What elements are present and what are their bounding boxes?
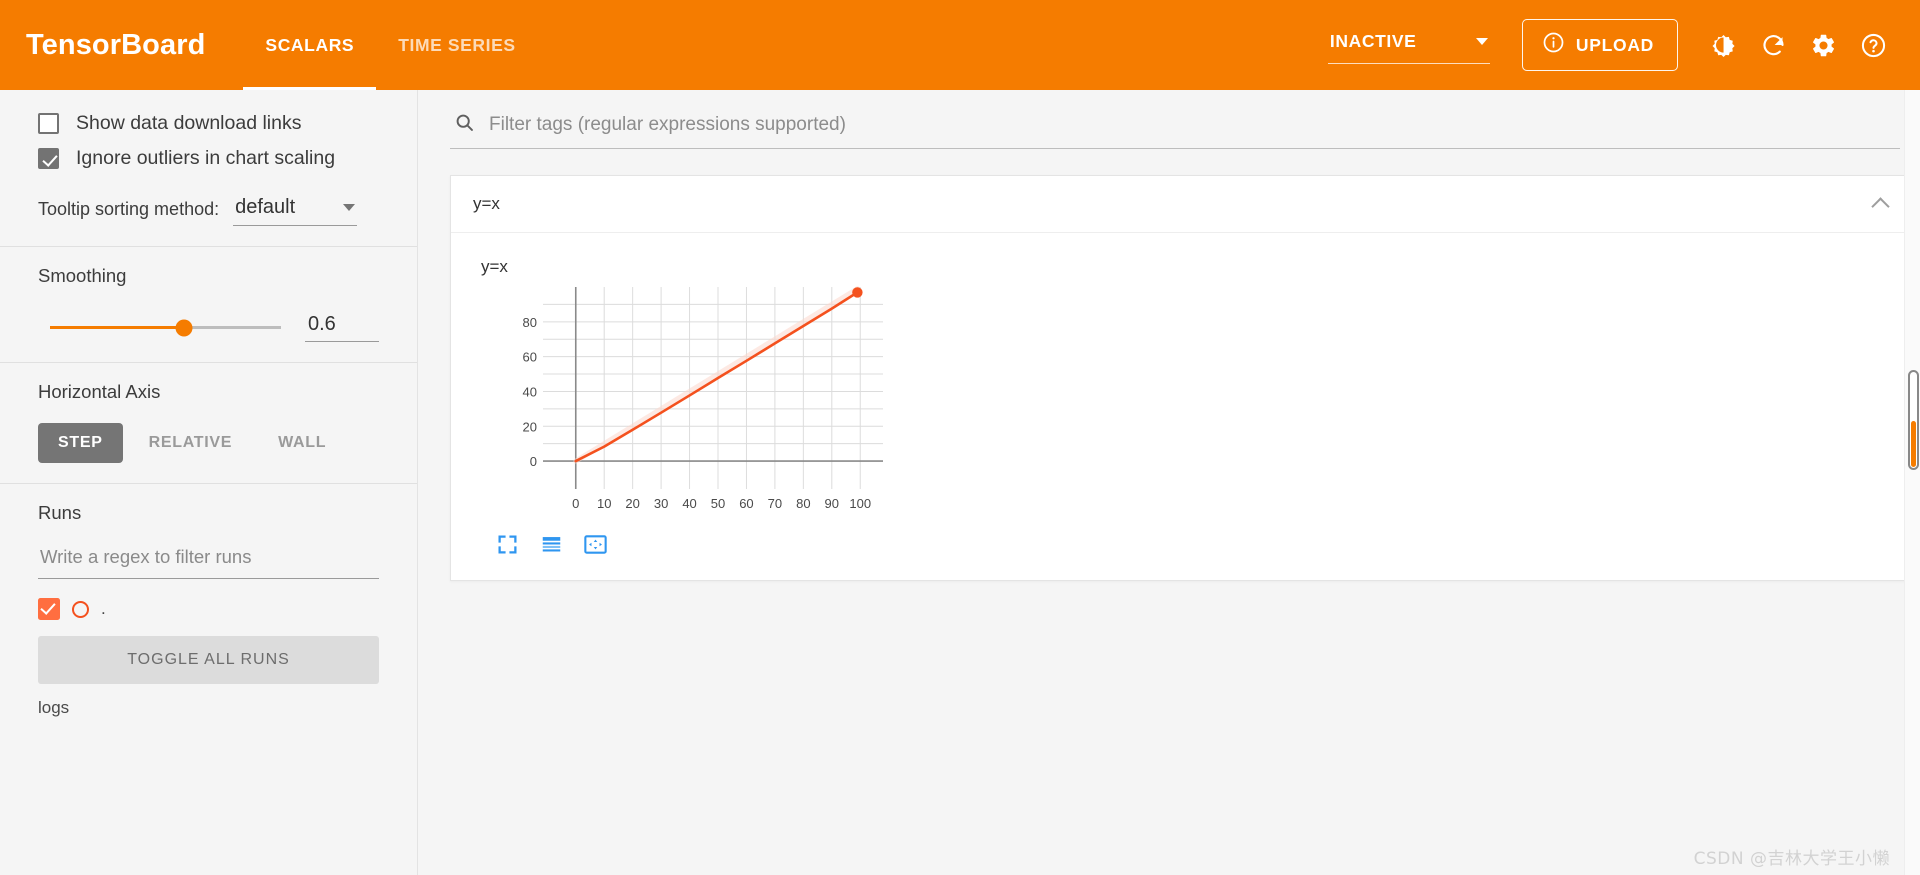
checkbox-label: Show data download links [76,112,302,134]
app-brand: TensorBoard [26,28,206,61]
chart-title: y=x [481,257,508,276]
toggle-all-runs-button[interactable]: TOGGLE ALL RUNS [38,636,379,684]
svg-text:20: 20 [523,419,537,434]
axis-option-step[interactable]: STEP [38,423,123,463]
chevron-down-icon [1475,37,1488,45]
run-checkbox-checked-icon[interactable] [38,598,60,620]
settings-sidebar: Show data download links Ignore outliers… [0,90,418,875]
svg-text:90: 90 [825,496,839,511]
vertical-scrollbar-thumb[interactable] [1907,370,1919,470]
smoothing-row: 0.6 [38,313,379,342]
checkbox-label: Ignore outliers in chart scaling [76,147,336,169]
svg-text:40: 40 [682,496,696,511]
svg-text:0: 0 [572,496,579,511]
smoothing-title: Smoothing [38,265,127,286]
tag-filter-bar [450,108,1900,149]
svg-text:60: 60 [523,350,537,365]
smoothing-slider-fill [50,326,184,329]
smoothing-slider[interactable] [50,319,281,336]
runs-filter-input[interactable] [38,540,379,579]
expand-chart-icon[interactable] [493,530,521,558]
tooltip-sorting-row: Tooltip sorting method: default [38,196,379,226]
checkbox-show-data-download-links[interactable]: Show data download links [38,112,379,135]
tag-filter-input[interactable] [487,113,1896,137]
svg-text:100: 100 [849,496,871,511]
runs-title: Runs [38,502,82,523]
svg-text:60: 60 [739,496,753,511]
settings-gear-icon[interactable] [1798,20,1848,70]
svg-text:80: 80 [796,496,810,511]
tab-scalars[interactable]: SCALARS [243,0,377,90]
help-circle-icon[interactable] [1848,20,1898,70]
scalar-card: y=x y=x 0 20 40 60 80 0 10 20 30 40 50 60 70 80 90 100 [450,175,1914,581]
svg-text:70: 70 [768,496,782,511]
horizontal-axis-options: STEP RELATIVE WALL [38,423,379,463]
run-list-item[interactable]: . [38,598,379,620]
svg-text:80: 80 [523,315,537,330]
checkbox-box-checked-icon [38,148,59,169]
checkbox-ignore-outliers[interactable]: Ignore outliers in chart scaling [38,147,379,170]
sidebar-runs-section: Runs . TOGGLE ALL RUNS logs [0,484,417,738]
run-state-value: INACTIVE [1329,30,1417,51]
chevron-down-icon [343,204,356,211]
refresh-icon[interactable] [1748,20,1798,70]
card-body: y=x 0 20 40 60 80 0 10 20 30 40 50 60 70 80 90 100 [451,233,1913,580]
run-item-label: . [101,599,106,618]
smoothing-value-input[interactable]: 0.6 [305,313,379,342]
brightness-icon[interactable] [1698,20,1748,70]
search-icon [454,112,475,138]
card-header[interactable]: y=x [451,176,1913,233]
checkbox-box-unchecked-icon [38,113,59,134]
watermark: CSDN @吉林大学王小懒 [1693,849,1890,869]
run-state-selector[interactable]: INACTIVE [1327,27,1490,64]
sidebar-smoothing-section: Smoothing 0.6 [0,247,417,363]
fit-domain-icon[interactable] [581,530,609,558]
main-content: y=x y=x 0 20 40 60 80 0 10 20 30 40 50 60 70 80 90 100 [418,90,1920,875]
tab-time-series-label: TIME SERIES [398,34,516,55]
chevron-up-icon[interactable] [1871,197,1890,216]
upload-button-label: UPLOAD [1575,34,1654,55]
body-wrapper: Show data download links Ignore outliers… [0,90,1920,875]
vertical-scrollbar-track[interactable] [1904,90,1920,875]
tab-scalars-label: SCALARS [265,34,355,55]
tab-time-series[interactable]: TIME SERIES [376,0,537,90]
card-header-title: y=x [473,194,500,213]
run-color-swatch-icon [72,600,89,618]
data-table-icon[interactable] [537,530,565,558]
axis-option-relative[interactable]: RELATIVE [129,423,253,463]
svg-text:50: 50 [711,496,725,511]
upload-button[interactable]: UPLOAD [1521,19,1678,71]
sidebar-options-section: Show data download links Ignore outliers… [0,98,417,247]
logs-label: logs [38,698,70,717]
chart-area: 0 20 40 60 80 0 10 20 30 40 50 60 70 80 90 100 [471,279,1913,524]
nav-tabs: SCALARS TIME SERIES [243,0,537,90]
svg-text:20: 20 [625,496,639,511]
svg-text:40: 40 [523,384,537,399]
sidebar-horizontal-axis-section: Horizontal Axis STEP RELATIVE WALL [0,363,417,484]
tooltip-sorting-select[interactable]: default [233,196,358,226]
horizontal-axis-title: Horizontal Axis [38,381,161,402]
tooltip-sorting-label: Tooltip sorting method: [38,199,220,219]
tooltip-sorting-value: default [235,196,296,218]
chart-toolbar [493,530,1913,558]
axis-option-wall[interactable]: WALL [258,423,346,463]
line-chart[interactable]: 0 20 40 60 80 0 10 20 30 40 50 60 70 80 90 100 [471,279,891,519]
svg-text:10: 10 [597,496,611,511]
smoothing-slider-thumb[interactable] [175,319,193,336]
info-circle-icon [1542,31,1565,59]
svg-text:0: 0 [530,454,537,469]
svg-text:30: 30 [654,496,668,511]
app-header: TensorBoard SCALARS TIME SERIES INACTIVE… [0,0,1920,90]
scrollbar-thumb-fill [1910,421,1916,467]
